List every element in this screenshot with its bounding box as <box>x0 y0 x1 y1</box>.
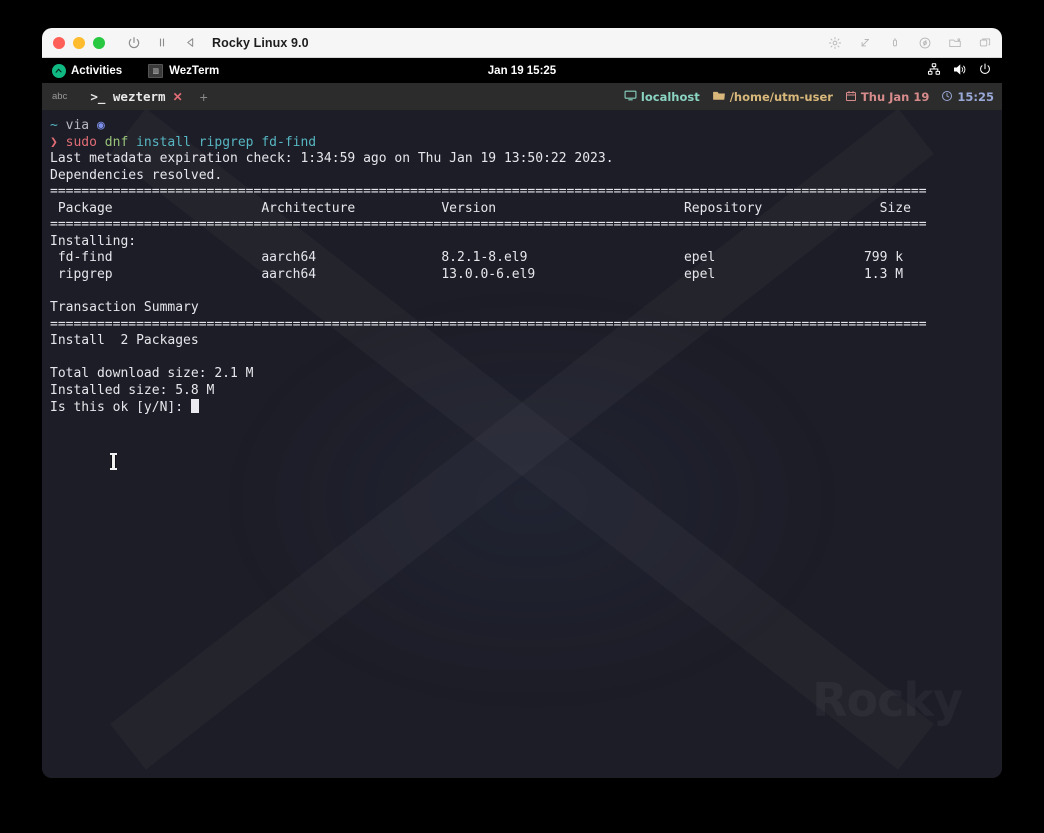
terminal-output: ~ via ◉ ❯ sudo dnf install ripgrep fd-fin… <box>42 110 1002 416</box>
status-time: 15:25 <box>941 90 994 104</box>
terminal-text: Installing: <box>50 233 137 249</box>
minimize-window-button[interactable] <box>73 36 85 49</box>
terminal-text: ========================================… <box>50 184 927 200</box>
status-host-label: localhost <box>640 89 700 104</box>
terminal-line-dl-size: Total download size: 2.1 M <box>50 366 994 383</box>
terminal-line-installing: Installing: <box>50 234 994 251</box>
status-host: localhost <box>624 90 700 104</box>
wallpaper-wordmark: Rocky <box>812 673 963 727</box>
terminal-text: Installed size: 5.8 M <box>50 382 215 398</box>
terminal-line-inst-size: Installed size: 5.8 M <box>50 383 994 400</box>
terminal-line-install-count: Install 2 Packages <box>50 333 994 350</box>
app-indicator-label: WezTerm <box>169 64 220 77</box>
tab-wezterm[interactable]: >_ wezterm ✕ <box>84 83 188 110</box>
vm-window-title: Rocky Linux 9.0 <box>212 35 309 50</box>
terminal-text: Transaction Summary <box>50 300 199 316</box>
terminal-text: Total download size: 2.1 M <box>50 366 254 382</box>
terminal-text: ❯ <box>50 134 66 150</box>
terminal-text: ========================================… <box>50 316 927 332</box>
back-triangle-icon[interactable] <box>181 34 199 52</box>
terminal-line-metadata: Last metadata expiration check: 1:34:59 … <box>50 151 994 168</box>
app-indicator-wezterm[interactable]: ▥ WezTerm <box>148 63 220 78</box>
monitor-icon <box>624 90 637 103</box>
terminal-line-confirm: Is this ok [y/N]: <box>50 399 994 416</box>
terminal-line-command: ❯ sudo dnf install ripgrep fd-find <box>50 135 994 152</box>
pause-icon[interactable] <box>153 34 171 52</box>
window-toolbar-right <box>814 28 994 57</box>
terminal-text: Dependencies resolved. <box>50 167 223 183</box>
close-icon[interactable]: ✕ <box>173 91 183 103</box>
terminal-line-blank-2 <box>50 350 994 367</box>
windows-icon[interactable] <box>976 34 994 52</box>
ime-indicator: abc <box>52 91 68 102</box>
tab-bar-status: localhost /home/utm-user Thu Jan 19 15:2… <box>616 90 994 104</box>
calendar-icon <box>845 90 857 104</box>
terminal-line-rule-1: ========================================… <box>50 184 994 201</box>
tab-label: >_ wezterm <box>90 89 166 104</box>
network-icon[interactable] <box>927 62 941 79</box>
close-window-button[interactable] <box>53 36 65 49</box>
terminal-pane[interactable]: Rocky ~ via ◉❯ sudo dnf install ripgrep … <box>42 110 1002 778</box>
status-path-label: /home/utm-user <box>729 89 833 104</box>
volume-icon[interactable] <box>952 62 967 80</box>
folder-icon <box>712 90 726 103</box>
status-path: /home/utm-user <box>712 90 833 104</box>
terminal-text: dnf <box>104 134 137 150</box>
vm-window: Rocky Linux 9.0 Activities ▥ WezTerm Jan… <box>42 28 1002 778</box>
terminal-text: ◉ <box>96 118 105 133</box>
folder-icon[interactable] <box>946 34 964 52</box>
power-icon[interactable] <box>125 34 143 52</box>
terminal-line-table-header: Package Architecture Version Repository … <box>50 201 994 218</box>
terminal-line-rule-2: ========================================… <box>50 217 994 234</box>
window-titlebar: Rocky Linux 9.0 <box>42 28 1002 58</box>
terminal-line-summary-head: Transaction Summary <box>50 300 994 317</box>
activities-label: Activities <box>71 64 123 77</box>
terminal-line-pkg-fd-find: fd-find aarch64 8.2.1-8.el9 epel 799 k <box>50 250 994 267</box>
power-menu-icon[interactable] <box>978 62 992 79</box>
new-tab-button[interactable]: + <box>200 90 208 104</box>
terminal-text: Is this ok [y/N]: <box>50 400 191 416</box>
terminal-text: ========================================… <box>50 217 927 233</box>
wezterm-app-icon: ▥ <box>148 63 164 78</box>
disk-icon[interactable] <box>916 34 934 52</box>
status-time-label: 15:25 <box>957 89 994 104</box>
terminal-text: Install 2 Packages <box>50 333 199 349</box>
rocky-linux-logo-icon <box>52 63 66 78</box>
terminal-line-deps: Dependencies resolved. <box>50 168 994 185</box>
terminal-line-rule-3: ========================================… <box>50 317 994 334</box>
terminal-text: ~ <box>50 118 66 133</box>
activities-button[interactable]: Activities <box>52 63 123 78</box>
usb-icon[interactable] <box>886 34 904 52</box>
terminal-text: fd-find aarch64 8.2.1-8.el9 epel 799 k <box>50 250 904 266</box>
mouse-cursor-ibeam <box>110 453 117 470</box>
brightness-icon[interactable] <box>826 34 844 52</box>
terminal-text: install ripgrep fd-find <box>136 134 317 150</box>
terminal-text: Package Architecture Version Repository … <box>50 200 911 216</box>
terminal-line-prompt-dir: ~ via ◉ <box>50 118 994 135</box>
terminal-text: via <box>65 118 97 133</box>
terminal-line-pkg-ripgrep: ripgrep aarch64 13.0.0-6.el9 epel 1.3 M <box>50 267 994 284</box>
gnome-top-bar: Activities ▥ WezTerm Jan 19 15:25 <box>42 58 1002 83</box>
gnome-system-tray[interactable] <box>927 62 992 80</box>
maximize-window-button[interactable] <box>93 36 105 49</box>
terminal-text: sudo <box>65 134 105 150</box>
clock-icon <box>941 90 953 104</box>
status-date: Thu Jan 19 <box>845 90 929 104</box>
wezterm-tab-bar: abc >_ wezterm ✕ + localhost /home/utm-u… <box>42 83 1002 110</box>
terminal-line-blank-1 <box>50 283 994 300</box>
terminal-cursor <box>190 399 199 414</box>
status-date-label: Thu Jan 19 <box>860 89 930 104</box>
resize-icon[interactable] <box>856 34 874 52</box>
terminal-text: ripgrep aarch64 13.0.0-6.el9 epel 1.3 M <box>50 266 904 282</box>
terminal-text: Last metadata expiration check: 1:34:59 … <box>50 151 614 167</box>
